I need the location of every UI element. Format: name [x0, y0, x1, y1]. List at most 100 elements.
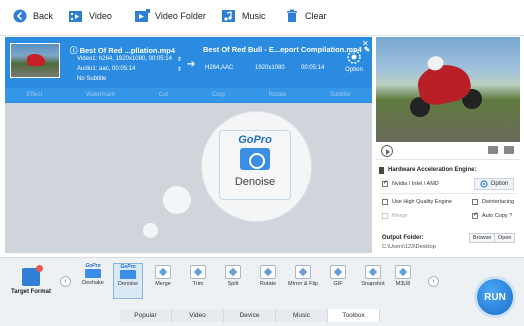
output-title-text: Best Of Red Bull - E...eport Compilation… — [203, 45, 362, 54]
tool-m3u8[interactable]: M3U8 — [388, 263, 418, 287]
auto-copy-checkbox[interactable] — [472, 211, 478, 219]
video-track-info[interactable]: Video1: h264, 1920x1080, 00:05:14 — [77, 56, 172, 62]
video-preview[interactable] — [376, 37, 520, 142]
codec-option-button[interactable]: Option — [340, 49, 368, 83]
category-tabs: Popular Video Device Music Toolbox — [120, 309, 380, 322]
tool-merge[interactable]: Merge — [148, 263, 178, 287]
tab-popular[interactable]: Popular — [120, 309, 172, 322]
output-folder-path[interactable]: C:\Users\123\Desktop — [382, 244, 436, 250]
hw-option-button[interactable]: Option — [474, 178, 514, 190]
back-arrow-icon — [12, 8, 28, 24]
help-icon[interactable]: ? — [508, 213, 512, 219]
gopro-logo: GoPro — [238, 134, 272, 146]
deinterlacing-checkbox[interactable] — [472, 199, 478, 205]
tool-gif[interactable]: GIF — [323, 263, 353, 287]
tool-deshake[interactable]: GoPro Deshake — [78, 263, 108, 286]
hardware-icon — [379, 167, 384, 174]
toolbox-tools: GoPro Deshake GoPro Denoise Merge Trim S… — [76, 263, 416, 303]
tool-label: Split — [227, 281, 239, 287]
merge-icon — [155, 265, 171, 279]
output-folder-label: Output Folder: — [382, 235, 424, 241]
video-folder-label: Video Folder — [155, 11, 206, 21]
motorbike-image — [27, 54, 45, 66]
file-list-area: ⓘ Best Of Red ...pllation.mp4 Video1: h2… — [5, 37, 372, 253]
callout-bubble-small — [143, 223, 158, 238]
run-button[interactable]: RUN — [474, 276, 516, 318]
codec-gear-icon — [347, 50, 361, 64]
scroll-right-button[interactable]: › — [428, 276, 439, 287]
back-button[interactable]: Back — [12, 8, 53, 24]
add-music-button[interactable]: Music — [221, 8, 266, 24]
tab-toolbox[interactable]: Toolbox — [328, 309, 380, 322]
auto-copy-text: Auto Copy — [482, 213, 508, 219]
source-file-title: ⓘ Best Of Red ...pllation.mp4 — [70, 45, 175, 56]
audio-track-info[interactable]: Audio1: aac, 00:05:14 — [77, 66, 135, 72]
music-icon — [221, 8, 237, 24]
subtitle-button[interactable]: Subtitle — [330, 92, 350, 98]
deshake-icon — [85, 269, 101, 278]
tab-music[interactable]: Music — [276, 309, 328, 322]
tool-label: Snapshot — [361, 281, 385, 287]
codec-option-label: Option — [345, 67, 363, 73]
tool-label: Rotate — [259, 281, 277, 287]
subtitle-info[interactable]: No Subtitle — [77, 76, 106, 82]
browse-button[interactable]: Browse — [469, 233, 496, 243]
clear-button[interactable]: Clear — [284, 8, 327, 24]
hw-accel-checkbox[interactable] — [382, 179, 388, 187]
snapshot-camera-icon[interactable] — [488, 146, 498, 154]
play-icon[interactable] — [381, 145, 393, 157]
rotate-button[interactable]: Rotate — [269, 92, 287, 98]
tool-rotate[interactable]: Rotate — [253, 263, 283, 287]
hw-option-label: Option — [490, 181, 509, 187]
merge-checkbox[interactable] — [382, 213, 388, 219]
info-icon[interactable]: ⓘ — [70, 46, 80, 55]
tool-mirror-flip[interactable]: Mirror & Flip — [288, 263, 318, 287]
deinterlacing-label: Deinterlacing — [482, 199, 515, 205]
tool-label: Deshake — [82, 280, 104, 286]
target-format-label: Target Format — [11, 289, 51, 295]
cut-button[interactable]: Cut — [159, 92, 168, 98]
output-codec: H264,AAC — [205, 65, 234, 71]
callout-bubble-medium — [163, 186, 191, 214]
mirror-flip-icon — [295, 265, 311, 279]
add-video-icon — [68, 8, 84, 24]
denoise-callout-label: Denoise — [234, 176, 276, 188]
close-icon[interactable]: ✕ — [362, 39, 369, 48]
tool-split[interactable]: Split — [218, 263, 248, 287]
gopro-camera-icon — [240, 148, 270, 170]
tool-snapshot[interactable]: Snapshot — [358, 263, 388, 287]
merge-label: Merge — [392, 213, 408, 219]
audio-stepper-icon[interactable]: ⇕ — [177, 66, 182, 73]
hw-accel-label: Nvidia / Intel / AMD — [392, 181, 439, 187]
video-thumbnail[interactable] — [10, 43, 60, 78]
watermark-button[interactable]: Watermark — [86, 92, 115, 98]
tool-denoise[interactable]: GoPro Denoise — [113, 263, 143, 299]
open-button[interactable]: Open — [494, 233, 516, 243]
crop-button[interactable]: Crop — [212, 92, 225, 98]
tool-label: Trim — [192, 281, 204, 287]
settings-panel: Hardware Acceleration Engine: Nvidia / I… — [376, 162, 520, 254]
video-item-row[interactable]: ⓘ Best Of Red ...pllation.mp4 Video1: h2… — [5, 37, 372, 103]
add-video-folder-button[interactable]: Video Folder — [134, 8, 206, 24]
top-toolbar: Back Video Video Folder Music Clear — [0, 0, 524, 36]
snapshot-folder-icon[interactable] — [504, 146, 514, 154]
high-quality-checkbox[interactable] — [382, 199, 388, 205]
tab-video[interactable]: Video — [172, 309, 224, 322]
divider — [380, 193, 516, 194]
target-format-button[interactable]: Target Format — [10, 265, 52, 295]
add-video-button[interactable]: Video — [68, 8, 112, 24]
effect-button[interactable]: Effect — [27, 92, 42, 98]
gopro-mini-logo: GoPro — [85, 263, 101, 269]
convert-arrow-icon: ➔ — [187, 59, 196, 70]
edit-tools-row: Effect Watermark Cut Crop Rotate Subtitl… — [5, 88, 372, 102]
gopro-mini-logo: GoPro — [120, 264, 136, 270]
track-stepper-icon[interactable]: ⇕ — [177, 56, 182, 63]
scroll-left-button[interactable]: ‹ — [60, 276, 71, 287]
denoise-callout-card: GoPro Denoise — [219, 130, 291, 200]
video-label: Video — [89, 11, 112, 21]
video-folder-icon — [134, 8, 150, 24]
trim-icon — [190, 265, 206, 279]
tool-trim[interactable]: Trim — [183, 263, 213, 287]
tool-label: M3U8 — [395, 281, 411, 287]
tab-device[interactable]: Device — [224, 309, 276, 322]
